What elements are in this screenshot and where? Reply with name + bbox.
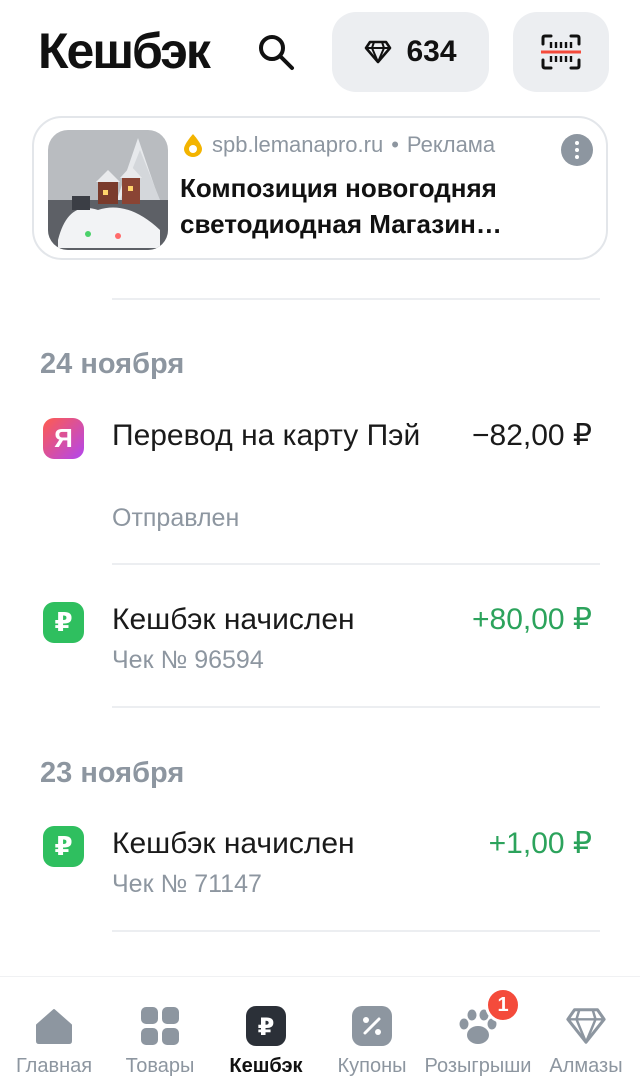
- header: Кешбэк 634: [0, 0, 640, 110]
- yandex-pay-icon: Я: [43, 418, 84, 459]
- ruble-icon: ₽: [245, 1005, 287, 1047]
- date-header: 23 ноября: [40, 757, 185, 789]
- transaction-row[interactable]: Я Перевод на карту Пэй Отправлен −82,00 …: [0, 416, 640, 566]
- more-dots-icon: [575, 141, 579, 145]
- svg-text:₽: ₽: [258, 1013, 275, 1041]
- divider: [112, 930, 600, 932]
- ad-label: Реклама: [406, 132, 496, 157]
- nav-item-cashback[interactable]: ₽ Кешбэк: [212, 977, 320, 1092]
- date-header: 24 ноября: [40, 348, 185, 380]
- ad-product-image: [48, 130, 168, 250]
- grid-icon: [139, 1005, 181, 1047]
- percent-icon: [351, 1005, 393, 1047]
- scan-receipt-button[interactable]: [513, 12, 609, 92]
- transaction-amount: −82,00 ₽: [471, 419, 592, 452]
- transaction-amount: +1,00 ₽: [488, 827, 592, 860]
- ad-separator: •: [391, 132, 399, 157]
- diamonds-balance-button[interactable]: 634: [332, 12, 489, 92]
- ad-more-button[interactable]: [561, 134, 593, 166]
- transaction-title: Кешбэк начислен: [112, 603, 355, 636]
- bottom-nav: Главная Товары ₽ Кешбэк Купоны 1 Розыгры…: [0, 976, 640, 1092]
- search-icon[interactable]: [256, 32, 296, 72]
- transaction-title: Перевод на карту Пэй: [112, 419, 421, 452]
- ruble-cashback-icon: ₽: [43, 602, 84, 643]
- notification-badge: 1: [485, 987, 521, 1023]
- divider: [112, 298, 600, 300]
- divider: [112, 563, 600, 565]
- nav-item-home[interactable]: Главная: [0, 977, 108, 1092]
- diamond-icon: [365, 40, 392, 64]
- home-icon: [33, 1005, 75, 1047]
- ruble-cashback-icon: ₽: [43, 826, 84, 867]
- transaction-receipt: Чек № 71147: [112, 870, 262, 898]
- ad-source-line: spb.lemanapro.ru • Реклама: [182, 132, 495, 158]
- page-title: Кешбэк: [38, 23, 211, 79]
- transaction-title: Кешбэк начислен: [112, 827, 355, 860]
- nav-item-coupons[interactable]: Купоны: [318, 977, 426, 1092]
- drop-logo-icon: [184, 134, 202, 157]
- diamonds-count: 634: [406, 35, 457, 68]
- transaction-status: Отправлен: [112, 504, 240, 532]
- ad-domain: spb.lemanapro.ru: [212, 132, 384, 157]
- nav-item-giveaways[interactable]: 1 Розыгрыши: [424, 977, 532, 1092]
- scan-icon: [541, 34, 581, 70]
- diamond-icon: [565, 1005, 607, 1047]
- nav-label: Алмазы: [549, 1055, 623, 1077]
- divider: [112, 706, 600, 708]
- transaction-row[interactable]: ₽ Кешбэк начислен Чек № 71147 +1,00 ₽: [0, 824, 640, 924]
- transaction-receipt: Чек № 96594: [112, 646, 264, 674]
- transaction-row[interactable]: ₽ Кешбэк начислен Чек № 96594 +80,00 ₽: [0, 600, 640, 700]
- ad-banner[interactable]: spb.lemanapro.ru • Реклама Композиция но…: [32, 116, 608, 260]
- transaction-amount: +80,00 ₽: [471, 603, 592, 636]
- nav-item-products[interactable]: Товары: [106, 977, 214, 1092]
- nav-item-diamonds[interactable]: Алмазы: [532, 977, 640, 1092]
- ad-title: Композиция новогодняя светодиодная Магаз…: [180, 173, 502, 239]
